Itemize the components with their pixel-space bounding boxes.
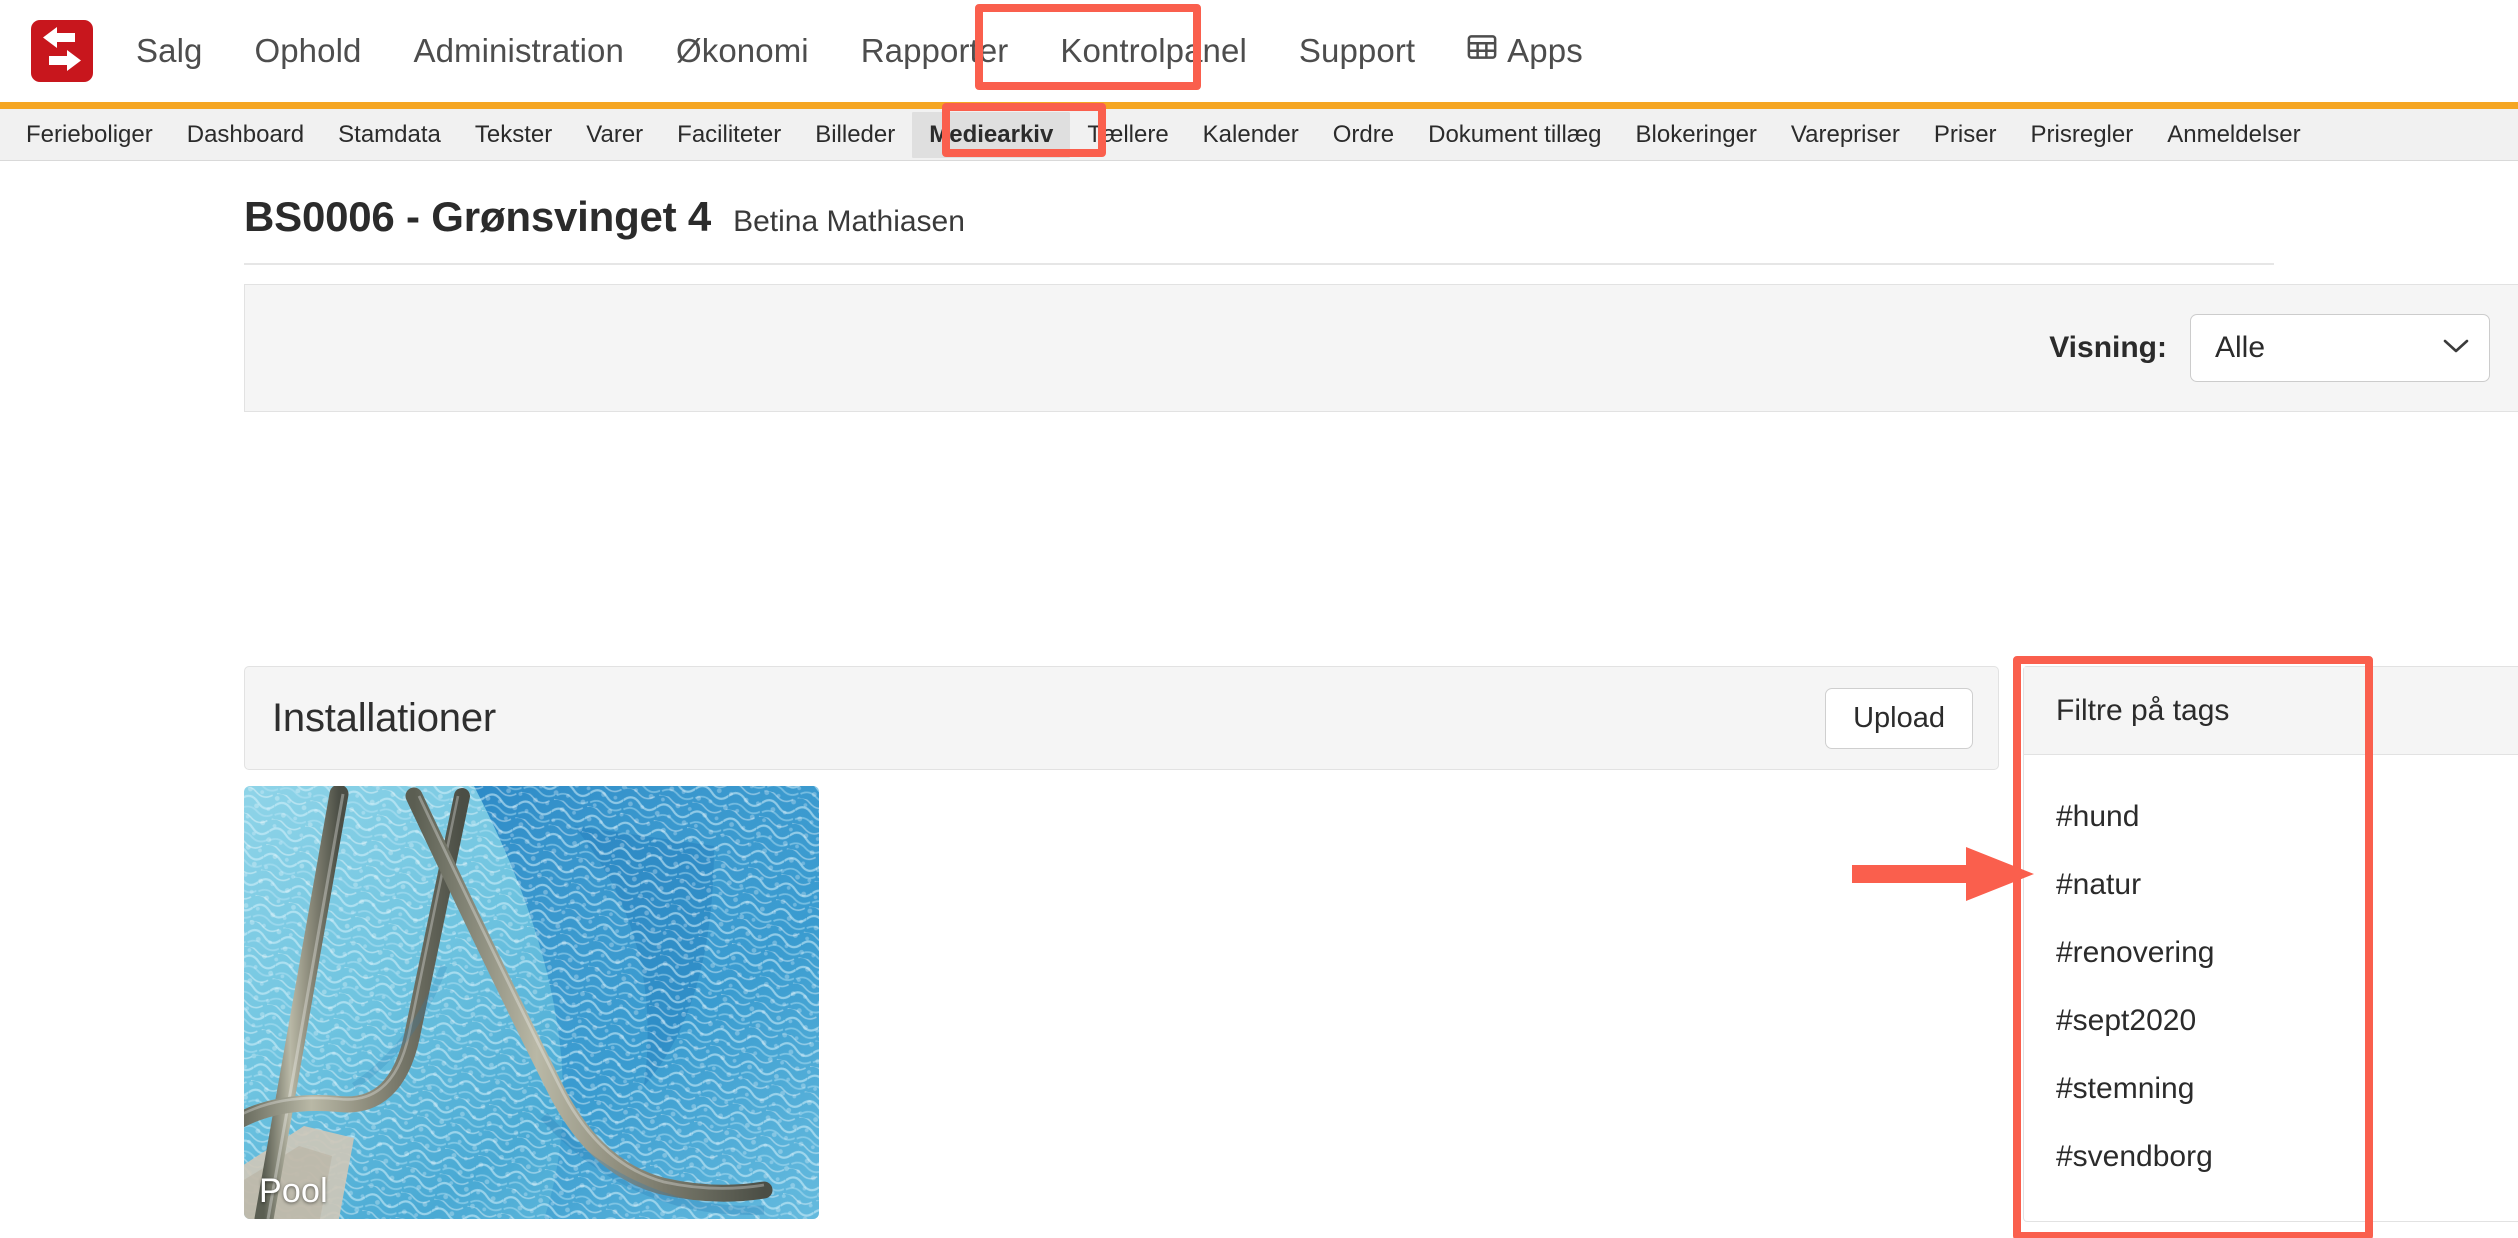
tag-filter-panel: Filtre på tags #hund #natur #renovering … [2023, 666, 2518, 1222]
album-header: Installationer Upload [244, 666, 1999, 770]
subnav-item-priser[interactable]: Priser [1917, 112, 2014, 158]
visning-label: Visning: [2049, 331, 2167, 364]
property-title: BS0006 - Grønsvinget 4 [244, 193, 712, 240]
app-root: Salg Ophold Administration Økonomi Rappo… [0, 0, 2518, 1238]
subnav-item-tekster[interactable]: Tekster [458, 112, 569, 158]
exchange-arrows-logo-icon [31, 20, 93, 82]
nav-item-okonomi[interactable]: Økonomi [650, 26, 835, 76]
subnav-item-kalender[interactable]: Kalender [1186, 112, 1316, 158]
media-caption: Pool [259, 1172, 328, 1210]
tag-item-renovering[interactable]: #renovering [2024, 919, 2518, 987]
annotation-arrow-icon [1848, 843, 2038, 905]
subnav-item-anmeldelser[interactable]: Anmeldelser [2150, 112, 2317, 158]
property-owner: Betina Mathiasen [733, 205, 965, 238]
property-header: BS0006 - Grønsvinget 4 Betina Mathiasen [244, 161, 2274, 265]
album-section: Installationer Upload Pool [244, 666, 1999, 1219]
brand-logo[interactable] [14, 20, 110, 82]
grid-apps-icon [1467, 32, 1497, 70]
visning-selected-value: Alle [2215, 331, 2266, 364]
tag-item-stemning[interactable]: #stemning [2024, 1055, 2518, 1123]
nav-item-apps-label: Apps [1507, 32, 1583, 69]
tag-item-svendborg[interactable]: #svendborg [2024, 1123, 2518, 1191]
subnav-item-blokeringer[interactable]: Blokeringer [1619, 112, 1774, 158]
tag-filter-header: Filtre på tags [2024, 667, 2518, 755]
nav-item-kontrolpanel[interactable]: Kontrolpanel [1034, 26, 1273, 76]
subnav-item-ferieboliger[interactable]: Ferieboliger [9, 112, 170, 158]
subnav-item-faciliteter[interactable]: Faciliteter [660, 112, 798, 158]
subnav-item-dokument-tillaeg[interactable]: Dokument tillæg [1411, 112, 1618, 158]
tag-item-sept2020[interactable]: #sept2020 [2024, 987, 2518, 1055]
subnav-item-mediearkiv[interactable]: Mediearkiv [912, 111, 1071, 158]
subnav-item-dashboard[interactable]: Dashboard [170, 112, 321, 158]
nav-item-ophold[interactable]: Ophold [228, 26, 387, 76]
subnav-item-prisregler[interactable]: Prisregler [2014, 112, 2151, 158]
primary-nav-items: Salg Ophold Administration Økonomi Rappo… [110, 26, 1609, 76]
tag-item-natur[interactable]: #natur [2024, 851, 2518, 919]
secondary-navbar: Ferieboliger Dashboard Stamdata Tekster … [0, 109, 2518, 161]
tag-filter-title: Filtre på tags [2056, 693, 2230, 727]
nav-item-support[interactable]: Support [1273, 26, 1441, 76]
primary-navbar: Salg Ophold Administration Økonomi Rappo… [0, 0, 2518, 102]
tag-item-hund[interactable]: #hund [2024, 783, 2518, 851]
album-title: Installationer [272, 695, 496, 740]
media-thumbnail[interactable]: Pool [244, 786, 819, 1219]
visning-select[interactable]: Alle [2190, 314, 2490, 382]
subnav-item-ordre[interactable]: Ordre [1316, 112, 1411, 158]
subnav-item-varepriser[interactable]: Varepriser [1774, 112, 1917, 158]
subnav-item-taellere[interactable]: Tællere [1070, 112, 1185, 158]
nav-item-salg[interactable]: Salg [110, 26, 228, 76]
nav-item-rapporter[interactable]: Rapporter [835, 26, 1035, 76]
nav-item-apps[interactable]: Apps [1441, 26, 1609, 76]
nav-item-administration[interactable]: Administration [387, 26, 650, 76]
accent-divider [0, 102, 2518, 109]
subnav-item-billeder[interactable]: Billeder [798, 112, 912, 158]
chevron-down-icon [2443, 338, 2469, 359]
subnav-item-stamdata[interactable]: Stamdata [321, 112, 458, 158]
upload-button[interactable]: Upload [1825, 687, 1973, 749]
subnav-item-varer[interactable]: Varer [569, 112, 660, 158]
view-filter-panel: Visning: Alle [244, 284, 2518, 412]
tag-filter-list: #hund #natur #renovering #sept2020 #stem… [2024, 755, 2518, 1221]
